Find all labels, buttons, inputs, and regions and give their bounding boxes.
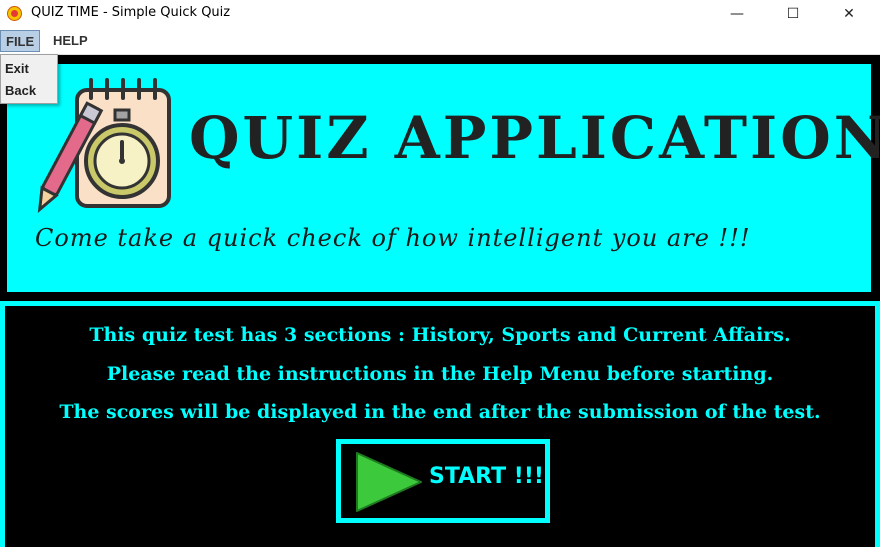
app-title: QUIZ APPLICATION [189, 104, 880, 172]
play-icon [356, 452, 422, 512]
menu-bar: FILE HELP [0, 28, 880, 55]
start-button-label: START !!! [429, 464, 544, 489]
app-logo-icon [7, 6, 22, 21]
header-banner: QUIZ APPLICATION Come take a quick check… [7, 64, 880, 292]
menu-item-exit[interactable]: Exit [5, 61, 29, 76]
info-line-help: Please read the instructions in the Help… [106, 363, 774, 385]
title-bar: QUIZ TIME - Simple Quick Quiz — ☐ ✕ [0, 0, 880, 28]
window-title: QUIZ TIME - Simple Quick Quiz [31, 5, 231, 20]
info-line-sections: This quiz test has 3 sections : History,… [89, 324, 791, 346]
menu-item-back[interactable]: Back [5, 83, 36, 98]
menu-help[interactable]: HELP [48, 30, 93, 52]
info-line-scores: The scores will be displayed in the end … [59, 401, 821, 423]
main-panel: QUIZ APPLICATION Come take a quick check… [0, 55, 880, 547]
tagline: Come take a quick check of how intellige… [35, 224, 751, 252]
menu-file[interactable]: FILE [0, 30, 41, 52]
start-button[interactable]: START !!! [336, 439, 550, 523]
close-button[interactable]: ✕ [826, 0, 872, 28]
maximize-button[interactable]: ☐ [770, 0, 816, 28]
minimize-button[interactable]: — [714, 0, 760, 28]
instructions-panel: This quiz test has 3 sections : History,… [0, 301, 880, 547]
file-dropdown: Exit Back [0, 54, 58, 104]
